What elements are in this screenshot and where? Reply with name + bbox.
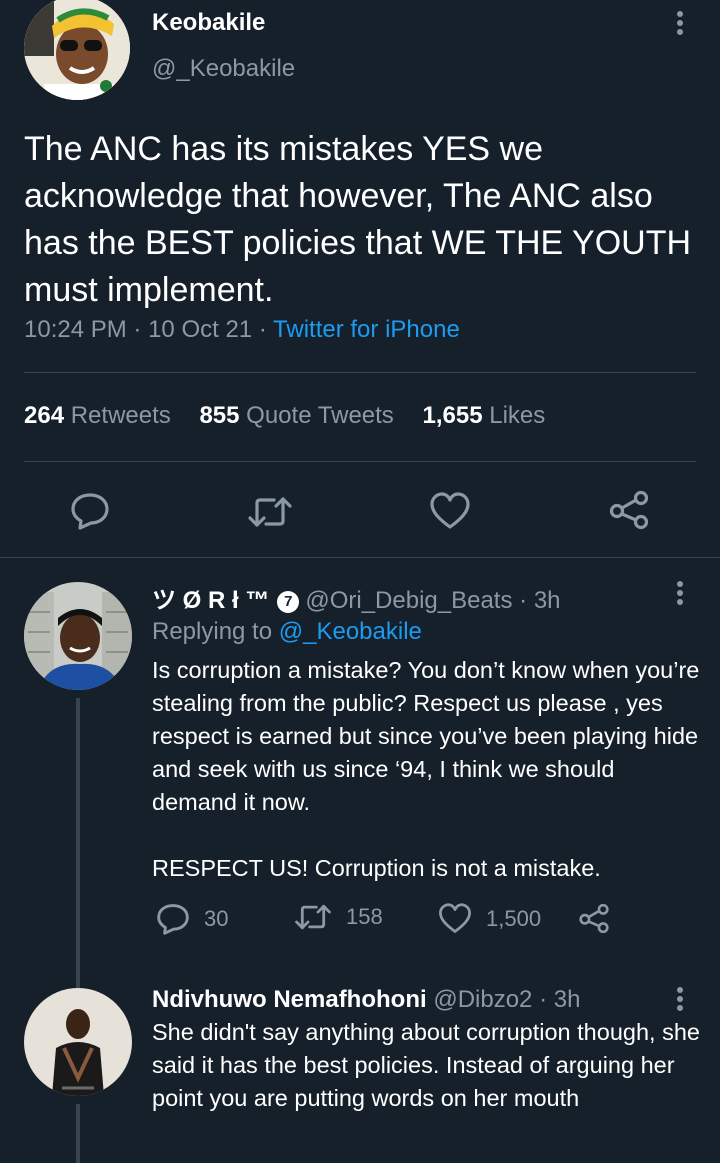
like-button[interactable]: 1,500 [438,903,541,934]
avatar-photo [24,0,130,100]
reply-text: Is corruption a mistake? You don’t know … [152,654,700,885]
avatar-photo [24,582,132,690]
thread-line [76,698,80,968]
author-name[interactable]: Keobakile [152,9,265,37]
reply-text: She didn't say anything about corruption… [152,1016,700,1115]
avatar[interactable] [24,582,132,690]
reply-actions: 30 158 1,500 [152,903,622,943]
reply-button[interactable]: 30 [156,903,228,935]
tweet-time: 10:24 PM [24,316,127,343]
reply-paragraph: She didn't say anything about corruption… [152,1019,700,1111]
like-count: 1,500 [486,905,542,931]
quote-tweets-stat[interactable]: 855 Quote Tweets [199,402,393,429]
tweet-date: 10 Oct 21 [148,316,253,343]
reply-count: 30 [204,906,229,931]
share-button[interactable] [578,903,624,934]
main-tweet: Keobakile @_Keobakile The ANC has its mi… [0,0,720,558]
tweet-meta: 10:24 PM · 10 Oct 21 · Twitter for iPhon… [24,316,460,344]
author-handle[interactable]: @Ori_Debig_Beats [305,587,512,614]
divider [24,372,696,373]
like-icon [439,903,471,933]
mention-link[interactable]: @_Keobakile [279,618,422,645]
reply-paragraph: Is corruption a mistake? You don’t know … [152,657,700,815]
reply-icon [157,904,189,935]
thread-line [76,1104,80,1163]
reply-time: · 3h [539,986,581,1013]
more-options-icon[interactable] [670,6,690,40]
tweet-text: The ANC has its mistakes YES we acknowle… [24,130,692,309]
share-icon [579,903,609,934]
reply-tweet[interactable]: Ndivhuwo Nemafhohoni @Dibzo2 · 3h She di… [0,968,720,1163]
likes-stat[interactable]: 1,655 Likes [422,402,545,429]
share-icon[interactable] [608,490,650,535]
more-options-icon[interactable] [670,576,690,610]
retweets-stat[interactable]: 264 Retweets [24,402,171,429]
reply-icon[interactable] [70,492,110,535]
avatar-photo [24,988,132,1096]
tweet-source-link[interactable]: Twitter for iPhone [273,316,460,343]
reply-paragraph: RESPECT US! Corruption is not a mistake. [152,855,601,881]
reply-tweet[interactable]: ツ Ø R ł ™ 7 @Ori_Debig_Beats · 3h Replying… [0,558,720,968]
like-icon[interactable] [429,492,471,535]
retweet-icon [295,904,331,930]
thread-line [76,968,80,988]
retweet-icon[interactable] [247,495,293,534]
avatar[interactable] [24,988,132,1096]
retweet-button[interactable]: 158 [294,903,383,931]
author-name[interactable]: Ndivhuwo Nemafhohoni [152,986,427,1013]
replying-prefix: Replying to [152,618,273,645]
separator: · [258,316,267,343]
avatar[interactable] [24,0,130,100]
author-handle[interactable]: @_Keobakile [152,55,295,83]
author-handle[interactable]: @Dibzo2 [433,986,532,1013]
divider [24,461,696,462]
verified-badge: 7 [277,590,300,613]
retweet-count: 158 [346,904,383,929]
reply-header: Ndivhuwo Nemafhohoni @Dibzo2 · 3h [152,986,580,1014]
reply-time: · 3h [519,587,561,614]
separator: · [133,316,142,343]
replying-to: Replying to @_Keobakile [152,618,422,646]
more-options-icon[interactable] [670,982,690,1016]
tweet-stats: 264 Retweets 855 Quote Tweets 1,655 Like… [24,402,567,430]
author-name[interactable]: ツ Ø R ł ™ [152,587,269,614]
reply-header: ツ Ø R ł ™ 7 @Ori_Debig_Beats · 3h [152,580,561,615]
